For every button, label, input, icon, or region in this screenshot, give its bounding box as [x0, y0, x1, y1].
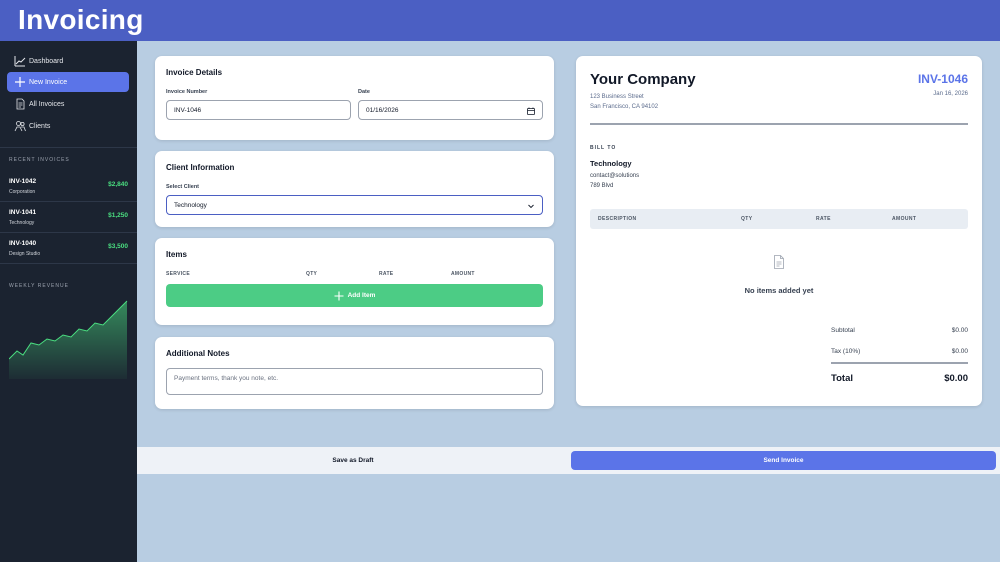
items-column-qty: QTY	[306, 271, 318, 277]
preview-column-amount: AMOUNT	[892, 216, 917, 222]
empty-items-text: No items added yet	[744, 286, 814, 295]
bill-to-label: BILL TO	[590, 145, 617, 151]
recent-invoice-id: INV-1042	[9, 178, 37, 185]
top-bar: Invoicing	[0, 0, 1000, 41]
send-invoice-button[interactable]: Send Invoice	[571, 451, 996, 470]
invoice-number-value: INV-1046	[174, 106, 202, 114]
chart-icon	[14, 56, 26, 67]
plus-icon	[15, 77, 25, 87]
company-address-line1: 123 Business Street	[590, 94, 644, 100]
additional-notes-title: Additional Notes	[166, 349, 230, 358]
nav-clients[interactable]: Clients	[7, 116, 129, 136]
subtotal-label: Subtotal	[831, 327, 855, 334]
bill-to-address: 789 Blvd	[590, 183, 614, 189]
empty-document-icon	[774, 255, 784, 269]
save-draft-button[interactable]: Save as Draft	[137, 451, 569, 470]
preview-column-rate: RATE	[816, 216, 831, 222]
recent-invoices-label: RECENT INVOICES	[9, 157, 70, 163]
date-label: Date	[358, 89, 370, 95]
add-item-label: Add Item	[347, 292, 376, 299]
select-client-label: Select Client	[166, 184, 200, 190]
preview-table-header: DESCRIPTION QTY RATE AMOUNT	[590, 209, 968, 229]
tax-value: $0.00	[951, 348, 968, 355]
weekly-revenue-chart	[9, 300, 128, 379]
client-information-card: Client Information Select Client Technol…	[155, 151, 554, 227]
preview-invoice-date: Jan 16, 2026	[933, 91, 968, 97]
chevron-down-icon	[528, 204, 534, 209]
subtotal-value: $0.00	[951, 327, 968, 334]
recent-invoice-client: Technology	[9, 220, 35, 226]
notes-placeholder: Payment terms, thank you note, etc.	[174, 375, 279, 382]
add-item-button[interactable]: Add Item	[166, 284, 543, 307]
recent-invoice-item[interactable]: INV-1042 Corporation $2,840	[0, 171, 137, 202]
company-name: Your Company	[590, 71, 696, 88]
action-footer: Save as Draft Send Invoice	[137, 447, 1000, 474]
recent-invoice-id: INV-1041	[9, 209, 37, 216]
invoice-details-card: Invoice Details Invoice Number INV-1046 …	[155, 56, 554, 140]
total-rule	[831, 362, 968, 364]
nav-new-invoice-label: New Invoice	[29, 78, 68, 86]
recent-invoice-item[interactable]: INV-1041 Technology $1,250	[0, 202, 137, 233]
sidebar-divider	[0, 147, 137, 148]
invoice-number-input[interactable]: INV-1046	[166, 100, 351, 120]
invoice-number-label: Invoice Number	[166, 89, 208, 95]
preview-column-description: DESCRIPTION	[598, 216, 637, 222]
recent-invoice-client: Design Studio	[9, 251, 41, 257]
items-card: Items SERVICE QTY RATE AMOUNT Add Item	[155, 238, 554, 325]
client-information-title: Client Information	[166, 163, 235, 172]
plus-icon	[334, 291, 344, 300]
nav-new-invoice[interactable]: New Invoice	[7, 72, 129, 92]
items-column-amount: AMOUNT	[451, 271, 475, 277]
document-icon	[16, 98, 25, 110]
items-column-service: SERVICE	[166, 271, 190, 277]
weekly-revenue-label: WEEKLY REVENUE	[9, 283, 69, 289]
bill-to-name: Technology	[590, 159, 632, 168]
items-column-rate: RATE	[379, 271, 394, 277]
total-label: Total	[831, 373, 853, 384]
users-icon	[14, 121, 26, 132]
invoice-details-title: Invoice Details	[166, 68, 223, 77]
date-input[interactable]: 01/16/2026	[358, 100, 543, 120]
app-title: Invoicing	[18, 4, 144, 35]
nav-dashboard-label: Dashboard	[29, 57, 64, 65]
nav-clients-label: Clients	[29, 122, 51, 130]
invoice-preview: Your Company 123 Business Street San Fra…	[576, 56, 982, 406]
calendar-icon[interactable]	[527, 107, 535, 115]
header-rule	[590, 123, 968, 125]
nav-all-invoices-label: All Invoices	[29, 100, 65, 108]
nav-all-invoices[interactable]: All Invoices	[7, 94, 129, 114]
sidebar: Dashboard New Invoice All Invoices Clien…	[0, 41, 137, 562]
recent-invoice-client: Corporation	[9, 189, 36, 195]
notes-textarea[interactable]: Payment terms, thank you note, etc.	[166, 368, 543, 395]
client-select[interactable]: Technology	[166, 195, 543, 215]
recent-invoice-item[interactable]: INV-1040 Design Studio $3,500	[0, 233, 137, 264]
items-title: Items	[166, 250, 187, 259]
total-value: $0.00	[944, 373, 968, 384]
additional-notes-card: Additional Notes Payment terms, thank yo…	[155, 337, 554, 409]
bill-to-email: contact@solutions	[590, 173, 640, 179]
company-address-line2: San Francisco, CA 94102	[590, 104, 659, 110]
recent-invoice-amount: $2,840	[108, 181, 128, 188]
revenue-area	[9, 301, 127, 379]
nav-dashboard[interactable]: Dashboard	[7, 51, 129, 71]
date-value: 01/16/2026	[366, 106, 399, 114]
recent-invoice-amount: $3,500	[108, 243, 128, 250]
recent-invoice-id: INV-1040	[9, 240, 37, 247]
recent-invoice-amount: $1,250	[108, 212, 128, 219]
preview-invoice-number: INV-1046	[917, 72, 968, 86]
tax-label: Tax (10%)	[831, 348, 861, 355]
preview-column-qty: QTY	[741, 216, 753, 222]
client-select-value: Technology	[174, 201, 207, 209]
